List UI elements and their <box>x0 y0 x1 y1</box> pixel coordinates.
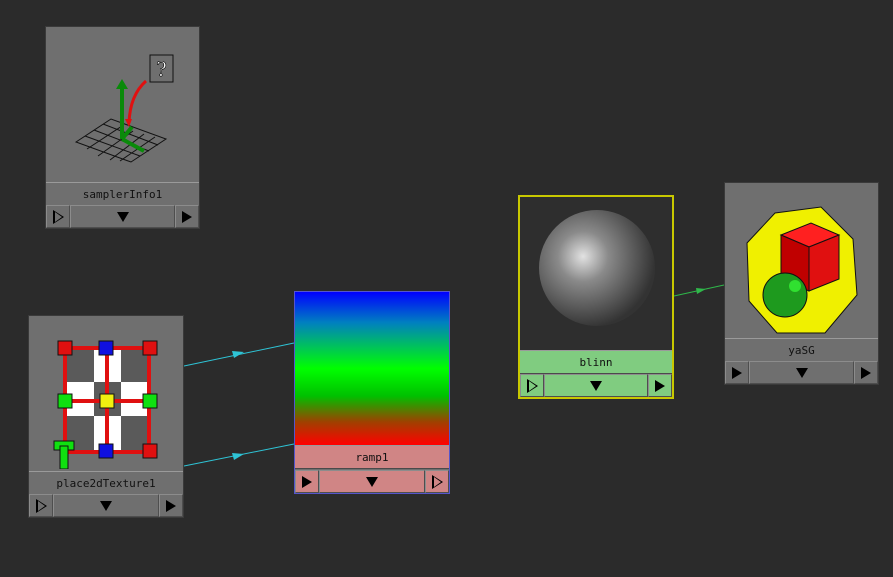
connection-place2d-to-ramp-uv2[interactable] <box>183 443 295 467</box>
input-port[interactable] <box>425 470 449 493</box>
sampler-info-axis-icon: ? <box>46 27 199 180</box>
input-port[interactable] <box>520 374 544 397</box>
chevron-down-icon <box>116 211 129 222</box>
chevron-down-icon <box>590 380 602 391</box>
svg-text:?: ? <box>156 57 167 81</box>
chevron-down-icon <box>366 476 378 487</box>
chevron-down-icon <box>100 500 112 511</box>
node-yasg[interactable]: yaSG <box>724 182 879 385</box>
chevron-down-icon <box>795 367 808 378</box>
output-arrow-icon <box>182 210 192 223</box>
input-arrow-icon <box>52 209 64 224</box>
uv-placement-grid-icon <box>29 316 183 469</box>
node-menu-button[interactable] <box>749 361 854 384</box>
node-blinn[interactable]: blinn <box>518 195 674 399</box>
connection-blinn-to-yasg[interactable] <box>673 284 725 297</box>
node-place2dtexture[interactable]: place2dTexture1 <box>28 315 184 518</box>
output-port[interactable] <box>854 361 878 384</box>
connection-place2d-to-ramp-uv[interactable] <box>183 342 295 367</box>
input-arrow-icon <box>35 498 47 513</box>
output-arrow-icon <box>302 475 312 488</box>
input-port[interactable] <box>29 494 53 517</box>
node-label-blinn: blinn <box>520 350 672 374</box>
input-arrow-icon <box>431 474 443 489</box>
node-menu-button[interactable] <box>544 374 648 397</box>
shaded-sphere-swatch <box>520 197 672 350</box>
node-samplerinfo[interactable]: ? samplerInfo1 <box>45 26 200 229</box>
node-label-place2dtexture: place2dTexture1 <box>29 471 183 495</box>
output-arrow-icon <box>655 379 665 392</box>
ramp-gradient-swatch <box>295 292 449 445</box>
output-port[interactable] <box>648 374 672 397</box>
output-arrow-icon <box>861 366 871 379</box>
shading-group-icon <box>725 183 878 336</box>
node-ramp[interactable]: ramp1 <box>294 291 450 494</box>
output-port[interactable] <box>175 205 199 228</box>
node-menu-button[interactable] <box>70 205 175 228</box>
node-menu-button[interactable] <box>319 470 425 493</box>
input-arrow-icon <box>526 378 538 393</box>
input-port[interactable] <box>46 205 70 228</box>
output-port[interactable] <box>295 470 319 493</box>
node-label-samplerinfo: samplerInfo1 <box>46 182 199 206</box>
input-arrow-icon <box>732 366 742 379</box>
node-label-ramp: ramp1 <box>295 445 449 469</box>
input-port[interactable] <box>725 361 749 384</box>
output-arrow-icon <box>166 499 176 512</box>
node-menu-button[interactable] <box>53 494 159 517</box>
output-port[interactable] <box>159 494 183 517</box>
node-label-yasg: yaSG <box>725 338 878 362</box>
